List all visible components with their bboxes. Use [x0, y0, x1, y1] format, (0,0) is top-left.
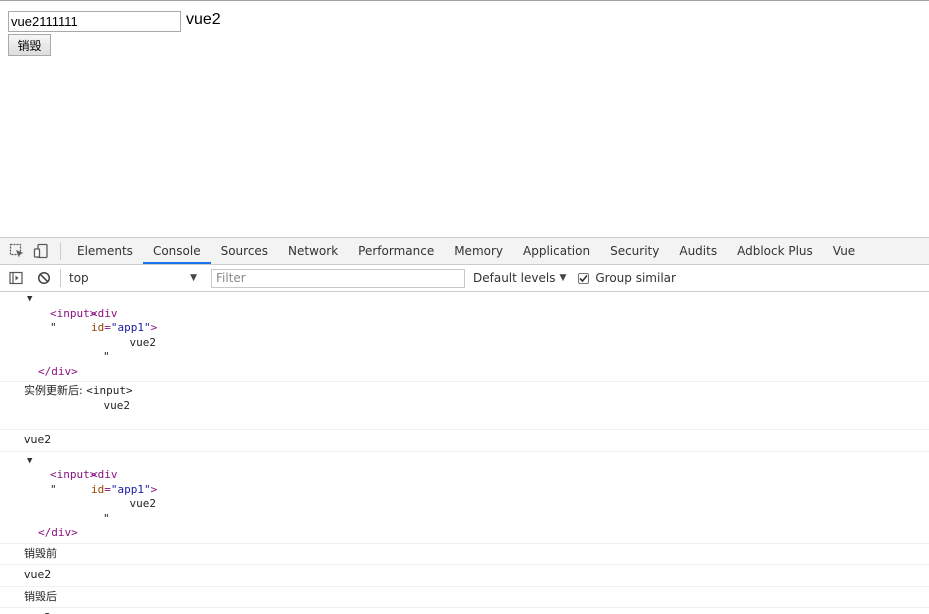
dom-quote-open: ": [50, 482, 57, 496]
dom-attr-name: id: [90, 482, 105, 496]
tab-memory[interactable]: Memory: [444, 238, 513, 264]
tab-network[interactable]: Network: [278, 238, 348, 264]
dom-text-node: vue2: [50, 335, 156, 349]
dom-div-open-close: >: [150, 321, 158, 334]
group-similar-checkbox[interactable]: [578, 272, 590, 284]
tab-vue[interactable]: Vue: [823, 238, 865, 264]
console-message-dom: ▼ <div id="app1"> <input> " vue2 " </div…: [0, 292, 929, 382]
filter-separator: [60, 269, 61, 287]
tab-performance[interactable]: Performance: [348, 238, 444, 264]
dom-text-node: vue2: [50, 497, 156, 510]
tab-security[interactable]: Security: [600, 238, 669, 264]
log-levels-label: Default levels: [473, 271, 556, 285]
console-message-after-destroy: 销毁后: [0, 587, 929, 608]
console-message-before-destroy: 销毁前: [0, 544, 929, 565]
dom-attr-name: id: [90, 321, 105, 334]
updated-label: 实例更新后:: [24, 384, 87, 397]
caret-down-icon: ▼: [190, 273, 197, 283]
context-selector[interactable]: top ▼: [63, 268, 201, 288]
expand-triangle-icon[interactable]: ▼: [27, 454, 32, 469]
tab-audits[interactable]: Audits: [669, 238, 727, 264]
console-filter-bar: top ▼ Default levels ▼ Group similar: [0, 265, 929, 292]
console-message-log: vue2: [0, 430, 929, 452]
group-similar-label: Group similar: [595, 271, 676, 285]
tab-elements[interactable]: Elements: [67, 238, 143, 264]
tab-sources[interactable]: Sources: [211, 238, 278, 264]
dom-div-close-tag: </div>: [38, 364, 78, 378]
console-message-dom: ▼ <div id="app1"> <input> " vue2 " </div…: [0, 452, 929, 544]
console-message-log: vue2: [0, 565, 929, 587]
dom-quote-close: ": [50, 350, 110, 363]
devtools-tab-bar: Elements Console Sources Network Perform…: [0, 237, 929, 265]
app-text-input[interactable]: [8, 11, 181, 32]
console-sidebar-icon[interactable]: [6, 268, 26, 288]
dom-div-open-close: >: [150, 482, 158, 496]
devtools-panel: Elements Console Sources Network Perform…: [0, 237, 929, 614]
updated-text: vue2: [24, 398, 130, 412]
destroy-button[interactable]: 销毁: [8, 34, 51, 56]
inspect-element-icon[interactable]: [6, 240, 28, 262]
device-toolbar-icon[interactable]: [30, 240, 52, 262]
expand-triangle-icon[interactable]: ▼: [27, 292, 32, 307]
dom-attr-value: "app1": [110, 482, 151, 496]
caret-down-icon: ▼: [559, 273, 567, 283]
console-filter-input[interactable]: [211, 268, 465, 288]
log-levels-dropdown[interactable]: Default levels ▼: [473, 271, 566, 285]
context-value: top: [69, 271, 89, 285]
console-message-updated: 实例更新后: <input> vue2: [0, 382, 929, 430]
dom-input-tag: <input>: [50, 468, 97, 481]
toolbar-separator: [60, 242, 61, 260]
tab-console[interactable]: Console: [142, 238, 211, 264]
console-message-log: vue2: [0, 608, 929, 614]
dom-attr-value: "app1": [110, 321, 151, 334]
clear-console-icon[interactable]: [34, 268, 54, 288]
tab-application[interactable]: Application: [513, 238, 600, 264]
dom-quote-close: ": [50, 511, 110, 525]
page-viewport: vue2 销毁: [0, 1, 929, 237]
updated-input-tag: <input>: [86, 384, 133, 397]
tab-adblock-plus[interactable]: Adblock Plus: [727, 238, 823, 264]
dom-quote-open: ": [50, 321, 57, 334]
console-output: ▼ <div id="app1"> <input> " vue2 " </div…: [0, 292, 929, 614]
app-message-text: vue2: [186, 11, 221, 28]
dom-input-tag: <input>: [50, 306, 97, 320]
dom-div-close-tag: </div>: [38, 526, 78, 539]
